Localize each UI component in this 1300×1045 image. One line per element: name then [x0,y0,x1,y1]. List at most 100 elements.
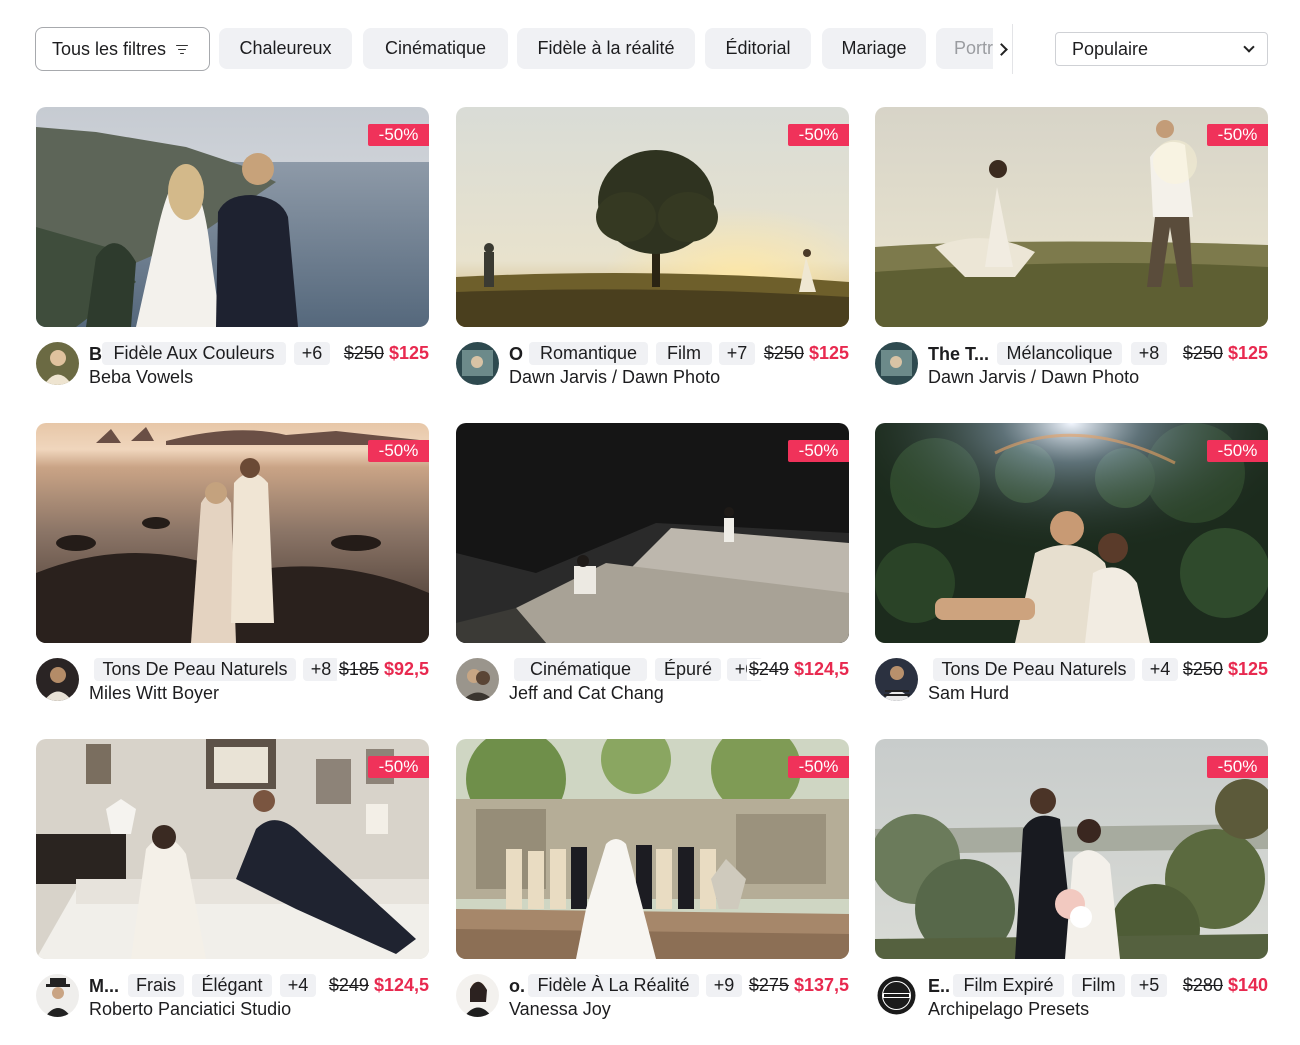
avatar[interactable] [875,974,918,1017]
more-tags[interactable]: +7 [719,342,755,365]
product-title[interactable]: E.. [928,976,950,997]
sale-price: $125 [1227,659,1268,679]
product-tag[interactable]: Film [656,342,712,365]
product-title[interactable]: The T... [928,344,989,365]
more-tags[interactable]: +5 [1131,974,1167,997]
filter-icon [176,44,189,55]
product-meta: E.. Film Expiré Film +5 $280 $140 Archip… [875,972,1268,1022]
sale-price: $140 [1227,975,1268,995]
filter-chip-editorial[interactable]: Éditorial [705,28,811,69]
author-name[interactable]: Jeff and Cat Chang [509,683,664,704]
sort-select[interactable]: Populaire [1055,32,1268,66]
product-meta: Cinématique Épuré +6 $249 $124,5 Jeff an… [456,656,849,706]
product-tag[interactable]: Film [1072,974,1125,997]
product-row: E.. Film Expiré Film +5 $280 $140 [928,972,1268,998]
avatar[interactable] [456,974,499,1017]
author-name[interactable]: Dawn Jarvis / Dawn Photo [509,367,720,388]
product-tag[interactable]: Élégant [192,974,272,997]
product-image[interactable]: -50% [36,423,429,643]
product-tag[interactable]: Frais [128,974,184,997]
product-tag[interactable]: Tons De Peau Naturels [933,658,1135,681]
price: $249 $124,5 [326,975,429,996]
divider [1012,24,1013,74]
product-card: -50% O Romantique Film +7 $250 $125 Dawn… [456,107,849,393]
author-name[interactable]: Vanessa Joy [509,999,611,1020]
filter-chip-fidele-a-la-realite[interactable]: Fidèle à la réalité [517,28,695,69]
product-image[interactable]: -50% [36,739,429,959]
avatar[interactable] [36,974,79,1017]
discount-badge: -50% [788,756,849,778]
discount-badge: -50% [1207,440,1268,462]
avatar[interactable] [875,342,918,385]
author-name[interactable]: Roberto Panciatici Studio [89,999,291,1020]
avatar[interactable] [456,342,499,385]
product-tag[interactable]: Romantique [529,342,648,365]
filter-chip-mariage[interactable]: Mariage [822,28,926,69]
product-meta: Tons De Peau Naturels +8 $185 $92,5 Mile… [36,656,429,706]
product-image[interactable]: -50% [456,423,849,643]
product-meta: The T... Mélancolique +8 $250 $125 Dawn … [875,340,1268,390]
product-title[interactable]: O [509,344,523,365]
more-tags[interactable]: +4 [280,974,316,997]
product-row: o. Fidèle À La Réalité +9 $275 $137,5 [509,972,849,998]
product-row: Tons De Peau Naturels +8 $185 $92,5 [89,656,429,682]
product-card: -50% Tons De Peau Naturels +4 $250 $125 … [875,423,1268,709]
product-title[interactable]: B [89,344,102,365]
product-tag[interactable]: Fidèle À La Réalité [528,974,699,997]
product-row: The T... Mélancolique +8 $250 $125 [928,340,1268,366]
sale-price: $125 [808,343,849,363]
more-tags[interactable]: +4 [1142,658,1178,681]
product-tag[interactable]: Mélancolique [997,342,1122,365]
price: $185 $92,5 [336,659,429,680]
product-tag[interactable]: Épuré [655,658,721,681]
product-image[interactable]: -50% [456,739,849,959]
all-filters-button[interactable]: Tous les filtres [35,27,210,71]
product-title[interactable]: o. [509,976,525,997]
product-image[interactable]: -50% [875,107,1268,327]
product-image[interactable]: -50% [875,423,1268,643]
more-tags[interactable]: +8 [1131,342,1167,365]
author-name[interactable]: Dawn Jarvis / Dawn Photo [928,367,1139,388]
more-tags[interactable]: +6 [294,342,330,365]
original-price: $249 [748,659,789,679]
more-tags[interactable]: +9 [706,974,742,997]
price: $250 $125 [1180,343,1268,364]
product-image[interactable]: -50% [875,739,1268,959]
product-tag[interactable]: Cinématique [514,658,647,681]
sale-price: $125 [388,343,429,363]
filter-chip-chaleureux[interactable]: Chaleureux [219,28,352,69]
filter-chip-cinematique[interactable]: Cinématique [363,28,508,69]
product-card: -50% M... Frais Élégant +4 $249 $124,5 R… [36,739,429,1025]
product-tag[interactable]: Tons De Peau Naturels [94,658,296,681]
author-name[interactable]: Beba Vowels [89,367,193,388]
product-row: B Fidèle Aux Couleurs +6 $250 $125 [89,340,429,366]
product-meta: O Romantique Film +7 $250 $125 Dawn Jarv… [456,340,849,390]
avatar[interactable] [36,342,79,385]
avatar[interactable] [875,658,918,701]
product-image[interactable]: -50% [36,107,429,327]
author-name[interactable]: Sam Hurd [928,683,1009,704]
chevron-right-icon[interactable] [993,27,1012,71]
product-meta: B Fidèle Aux Couleurs +6 $250 $125 Beba … [36,340,429,390]
product-row: O Romantique Film +7 $250 $125 [509,340,849,366]
original-price: $250 [1182,343,1223,363]
discount-badge: -50% [368,756,429,778]
product-row: M... Frais Élégant +4 $249 $124,5 [89,972,429,998]
avatar[interactable] [36,658,79,701]
price: $280 $140 [1180,975,1268,996]
sale-price: $125 [1227,343,1268,363]
author-name[interactable]: Miles Witt Boyer [89,683,219,704]
sale-price: $124,5 [793,659,849,679]
sale-price: $124,5 [373,975,429,995]
discount-badge: -50% [368,440,429,462]
discount-badge: -50% [1207,124,1268,146]
chevron-down-icon [1243,41,1255,53]
author-name[interactable]: Archipelago Presets [928,999,1089,1020]
avatar[interactable] [456,658,499,701]
product-tag[interactable]: Fidèle Aux Couleurs [102,342,286,365]
product-tag[interactable]: Film Expiré [953,974,1064,997]
product-title[interactable]: M... [89,976,119,997]
product-image[interactable]: -50% [456,107,849,327]
more-tags[interactable]: +8 [303,658,339,681]
discount-badge: -50% [788,124,849,146]
